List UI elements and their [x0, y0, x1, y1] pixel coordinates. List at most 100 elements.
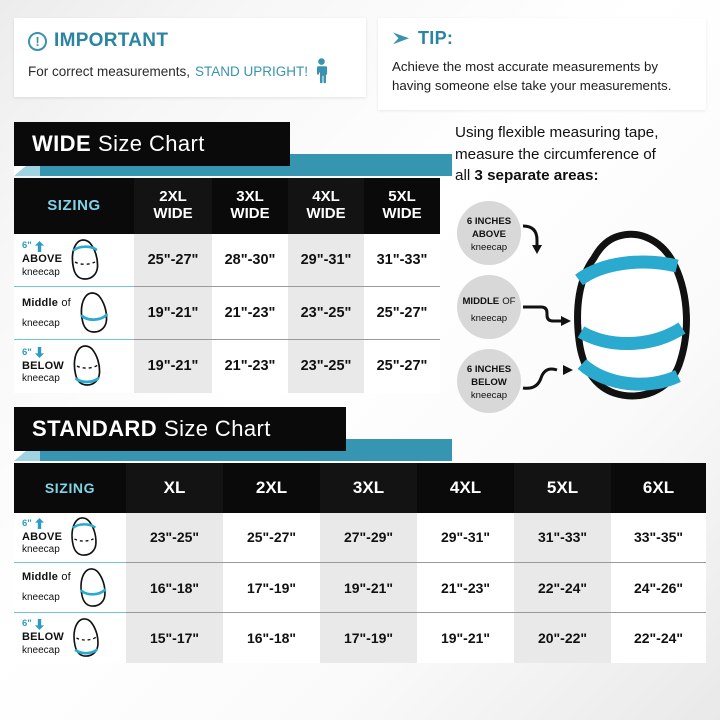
wide-col-0-size: 2XL — [159, 187, 187, 205]
standard-banner-title-block: STANDARD Size Chart — [14, 406, 346, 451]
wide-cell-0-0: 25"-27" — [134, 233, 212, 287]
standard-row-1-name-line: Middle of — [22, 570, 71, 584]
wide-row-2-label: 6" BELOW kneecap — [14, 339, 134, 393]
tip-line-1: Achieve the most accurate measurements b… — [392, 59, 659, 74]
callout-above-line1: 6 INCHES — [467, 216, 512, 227]
standard-cell-2-5: 22"-24" — [611, 612, 706, 663]
arrow-above — [522, 224, 539, 246]
wide-row-1-name: Middle — [22, 296, 59, 309]
standard-row-1-label: Middle of kneecap — [14, 562, 126, 613]
standard-row-2-label: 6" BELOW kneecap — [14, 612, 126, 663]
knee-middle-icon — [80, 292, 108, 333]
standard-cell-1-3: 21"-23" — [417, 562, 514, 613]
wide-table-head: SIZING 2XL WIDE 3XL WIDE 4XL WIDE 5XL WI… — [14, 177, 440, 234]
standard-col-header-2: 3XL — [320, 462, 417, 513]
arrowhead-below — [563, 365, 573, 375]
standard-row-2-marker-line: 6" — [22, 618, 64, 630]
standard-cell-0-4: 31"-33" — [514, 512, 611, 563]
wide-header-row: SIZING 2XL WIDE 3XL WIDE 4XL WIDE 5XL WI… — [14, 177, 440, 234]
important-header: ! IMPORTANT — [28, 30, 352, 52]
wide-col-header-2: 4XL WIDE — [288, 177, 364, 234]
standard-cell-2-1: 16"-18" — [223, 612, 320, 663]
wide-cell-0-3: 31"-33" — [364, 233, 440, 287]
wide-cell-2-2: 23"-25" — [288, 339, 364, 393]
wide-cell-2-1: 21"-23" — [212, 339, 288, 393]
standard-row-1-name-thin: of — [61, 571, 71, 584]
tip-title: TIP: — [418, 28, 454, 48]
standard-cell-2-0: 15"-17" — [126, 612, 223, 663]
illustration-line-3-bold: 3 separate areas: — [474, 167, 599, 185]
knee-below-icon — [73, 617, 99, 657]
standard-cell-2-4: 20"-22" — [514, 612, 611, 663]
standing-person-icon — [317, 58, 328, 84]
standard-cell-0-5: 33"-35" — [611, 512, 706, 563]
standard-col-header-4: 5XL — [514, 462, 611, 513]
table-row: 6" BELOW kneecap 15"-17" 16"-18" 17"-19"… — [14, 612, 706, 663]
wide-banner-light: Size Chart — [98, 130, 205, 156]
standard-row-2-name: BELOW — [22, 631, 64, 644]
standard-row-0-sub: kneecap — [22, 544, 60, 555]
standard-col-header-5: 6XL — [611, 462, 706, 513]
standard-table-head: SIZING XL 2XL 3XL 4XL 5XL 6XL — [14, 462, 706, 513]
standard-cell-0-2: 27"-29" — [320, 512, 417, 563]
illustration-line-2: measure the circumference of — [455, 145, 656, 163]
wide-cell-1-0: 19"-21" — [134, 286, 212, 340]
knee-below-icon — [73, 345, 101, 387]
knee-diagram-icon: 6 INCHES ABOVE kneecap MIDDLE OF kneecap … — [457, 201, 690, 413]
illustration-line-1: Using flexible measuring tape, — [455, 124, 659, 141]
wide-row-2-marker-line: 6" — [22, 347, 64, 359]
wide-row-0-marker: 6" — [22, 240, 32, 252]
up-arrow-icon — [34, 240, 44, 252]
tip-line-2: having someone else take your measuremen… — [392, 78, 672, 94]
standard-header-row: SIZING XL 2XL 3XL 4XL 5XL 6XL — [14, 462, 706, 513]
standard-row-0-name: ABOVE — [22, 530, 63, 543]
wide-row-1-name-thin: of — [61, 296, 71, 309]
wide-col-2-fit: WIDE — [306, 204, 346, 222]
standard-sizing-header: SIZING — [14, 462, 126, 513]
important-body-highlight: STAND UPRIGHT! — [195, 63, 309, 79]
callout-below-line2: BELOW — [471, 377, 508, 388]
measurement-illustration-panel: Using flexible measuring tape, measure t… — [455, 122, 713, 414]
wide-col-header-3: 5XL WIDE — [364, 177, 440, 234]
callout-above-line2: ABOVE — [472, 229, 507, 240]
arrowhead-above — [532, 245, 542, 254]
wide-col-header-0: 2XL WIDE — [134, 177, 212, 234]
knee-middle-icon — [80, 567, 107, 607]
standard-cell-0-3: 29"-31" — [417, 512, 514, 563]
wide-row-2-name: BELOW — [22, 359, 64, 372]
standard-cell-0-1: 25"-27" — [223, 512, 320, 563]
standard-banner-bold: STANDARD — [32, 415, 158, 441]
standard-row-2-marker: 6" — [22, 618, 32, 630]
callout-middle-thin: OF — [502, 296, 515, 307]
arrow-middle — [523, 305, 561, 323]
standard-banner-light: Size Chart — [164, 415, 271, 441]
standard-chart-banner: STANDARD Size Chart — [0, 406, 720, 463]
standard-row-1-sub: kneecap — [22, 592, 60, 604]
wide-banner-title-block: WIDE Size Chart — [14, 121, 290, 166]
wide-cell-1-1: 21"-23" — [212, 286, 288, 340]
standard-row-0-marker: 6" — [22, 517, 32, 529]
callout-middle-bold: MIDDLE — [462, 296, 499, 307]
knee-above-icon — [71, 238, 99, 280]
tip-card: TIP: Achieve the most accurate measureme… — [378, 18, 706, 110]
wide-size-table: SIZING 2XL WIDE 3XL WIDE 4XL WIDE 5XL WI… — [14, 177, 440, 393]
table-row: 6" ABOVE kneecap 23"-25" 25"-27" 27"-29"… — [14, 512, 706, 563]
standard-col-header-3: 4XL — [417, 462, 514, 513]
standard-cell-2-3: 19"-21" — [417, 612, 514, 663]
important-body-prefix: For correct measurements, — [28, 63, 191, 79]
wide-row-0-marker-line: 6" — [22, 240, 62, 252]
callout-below-line1: 6 INCHES — [467, 364, 512, 375]
callout-below-line3: kneecap — [471, 390, 507, 401]
wide-col-header-1: 3XL WIDE — [212, 177, 288, 234]
illustration-instructions: Using flexible measuring tape, measure t… — [455, 122, 713, 187]
wide-row-2-sub: kneecap — [22, 373, 60, 384]
wide-banner-bold: WIDE — [32, 130, 92, 156]
wide-col-2-size: 4XL — [312, 187, 340, 205]
wide-cell-0-1: 28"-30" — [212, 233, 288, 287]
table-row: Middle of kneecap 16"-18" 17"-19" 19"-21… — [14, 562, 706, 613]
callout-above-line3: kneecap — [471, 242, 507, 253]
standard-cell-1-2: 19"-21" — [320, 562, 417, 613]
wide-row-2-marker: 6" — [22, 346, 32, 358]
wide-row-1-sub: kneecap — [22, 317, 60, 329]
tip-header: TIP: — [392, 28, 694, 49]
